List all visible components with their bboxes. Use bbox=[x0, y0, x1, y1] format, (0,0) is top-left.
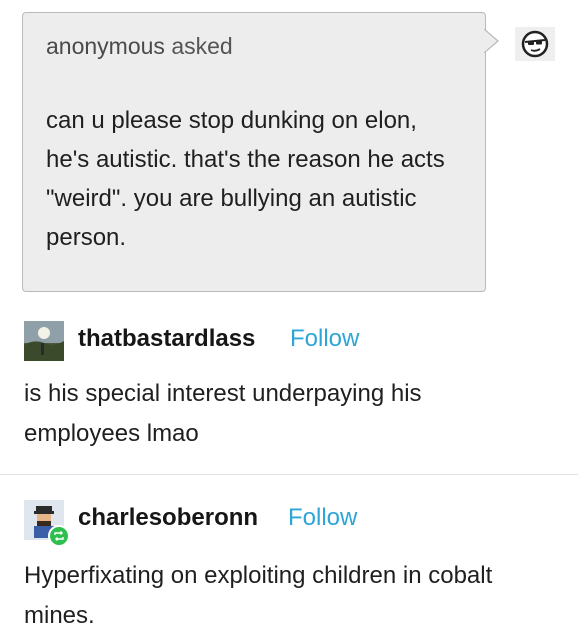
reply-post: thatbastardlass Follow is his special in… bbox=[0, 308, 578, 475]
answerer-avatar[interactable] bbox=[515, 27, 555, 61]
reblog-badge bbox=[48, 525, 70, 547]
post-username[interactable]: thatbastardlass bbox=[78, 325, 255, 353]
post-username[interactable]: charlesoberonn bbox=[78, 504, 258, 532]
speech-arrow-icon bbox=[484, 29, 499, 53]
reblog-icon bbox=[54, 531, 64, 541]
ask-header: anonymous asked bbox=[46, 33, 233, 60]
follow-button[interactable]: Follow bbox=[290, 325, 359, 353]
asker-name: anonymous bbox=[46, 33, 165, 59]
ask-box: anonymous asked can u please stop dunkin… bbox=[22, 12, 486, 292]
post-text: is his special interest underpaying his … bbox=[24, 380, 422, 447]
post-text: Hyperfixating on exploiting children in … bbox=[24, 562, 493, 629]
sunglasses-face-icon bbox=[521, 30, 549, 58]
user-avatar[interactable] bbox=[24, 321, 64, 361]
ask-verb: asked bbox=[171, 33, 233, 59]
ask-body: can u please stop dunking on elon, he's … bbox=[46, 107, 445, 251]
reply-post: charlesoberonn Follow Hyperfixating on e… bbox=[0, 488, 578, 639]
follow-button[interactable]: Follow bbox=[288, 504, 357, 532]
landscape-photo-avatar-icon bbox=[24, 321, 64, 361]
